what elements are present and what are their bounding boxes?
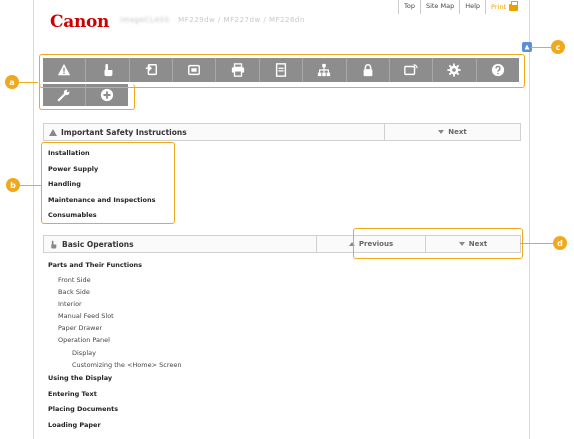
callout-b-line (18, 185, 41, 187)
callout-c-line (531, 47, 551, 49)
print-link[interactable]: Print (485, 0, 523, 14)
list-item[interactable]: Using the Display (48, 371, 181, 387)
callout-a-line (17, 82, 38, 84)
callout-b-marker: b (6, 178, 20, 192)
list-item[interactable]: Back Side (48, 286, 181, 298)
basic-ops-title-text: Basic Operations (62, 239, 134, 249)
print-label: Print (491, 3, 506, 11)
list-item[interactable]: Operation Panel (48, 334, 181, 346)
warning-icon (49, 128, 57, 136)
model-prefix: imageCLASS (120, 16, 170, 24)
hand-icon (51, 240, 57, 248)
callout-d-line (520, 243, 554, 245)
basic-ops-link-list: Parts and Their Functions Front Side Back … (48, 258, 181, 433)
list-item[interactable]: Display (48, 347, 181, 359)
callout-b-box (41, 142, 175, 224)
top-links: Top Site Map Help Print (397, 0, 523, 14)
site-map-link[interactable]: Site Map (419, 0, 459, 14)
callout-a-marker: a (5, 75, 19, 89)
safety-section-header: Important Safety Instructions Next (43, 123, 521, 141)
list-item[interactable]: Manual Feed Slot (48, 310, 181, 322)
help-link[interactable]: Help (459, 0, 485, 14)
callout-c-marker: c (551, 40, 565, 54)
next-label: Next (448, 128, 467, 136)
model-suffix: MF229dw / MF227dw / MF226dn (178, 16, 305, 24)
callout-d-marker: d (553, 236, 567, 250)
callout-a-box (39, 54, 525, 88)
list-item[interactable]: Entering Text (48, 387, 181, 403)
list-item[interactable]: Placing Documents (48, 402, 181, 418)
list-item[interactable]: Front Side (48, 274, 181, 286)
safety-title-text: Important Safety Instructions (61, 127, 187, 137)
canon-logo: Canon (50, 12, 110, 32)
safety-section-title: Important Safety Instructions (49, 128, 384, 137)
chevron-down-icon (438, 130, 445, 134)
list-item[interactable]: Paper Drawer (48, 322, 181, 334)
list-item[interactable]: Interior (48, 298, 181, 310)
callout-d-box (353, 228, 523, 259)
printer-icon (509, 0, 518, 11)
list-item[interactable]: Loading Paper (48, 418, 181, 434)
next-button[interactable]: Next (384, 124, 520, 140)
model-name: imageCLASS MF229dw / MF227dw / MF226dn (120, 16, 305, 24)
list-item[interactable]: Customizing the <Home> Screen (48, 359, 181, 371)
basic-ops-section-title: Basic Operations (49, 240, 316, 249)
list-item[interactable]: Parts and Their Functions (48, 258, 181, 274)
manual-page: Top Site Map Help Print Canon imageCLASS… (33, 0, 532, 439)
callout-a-box-lower (39, 84, 135, 110)
top-link[interactable]: Top (397, 0, 420, 14)
